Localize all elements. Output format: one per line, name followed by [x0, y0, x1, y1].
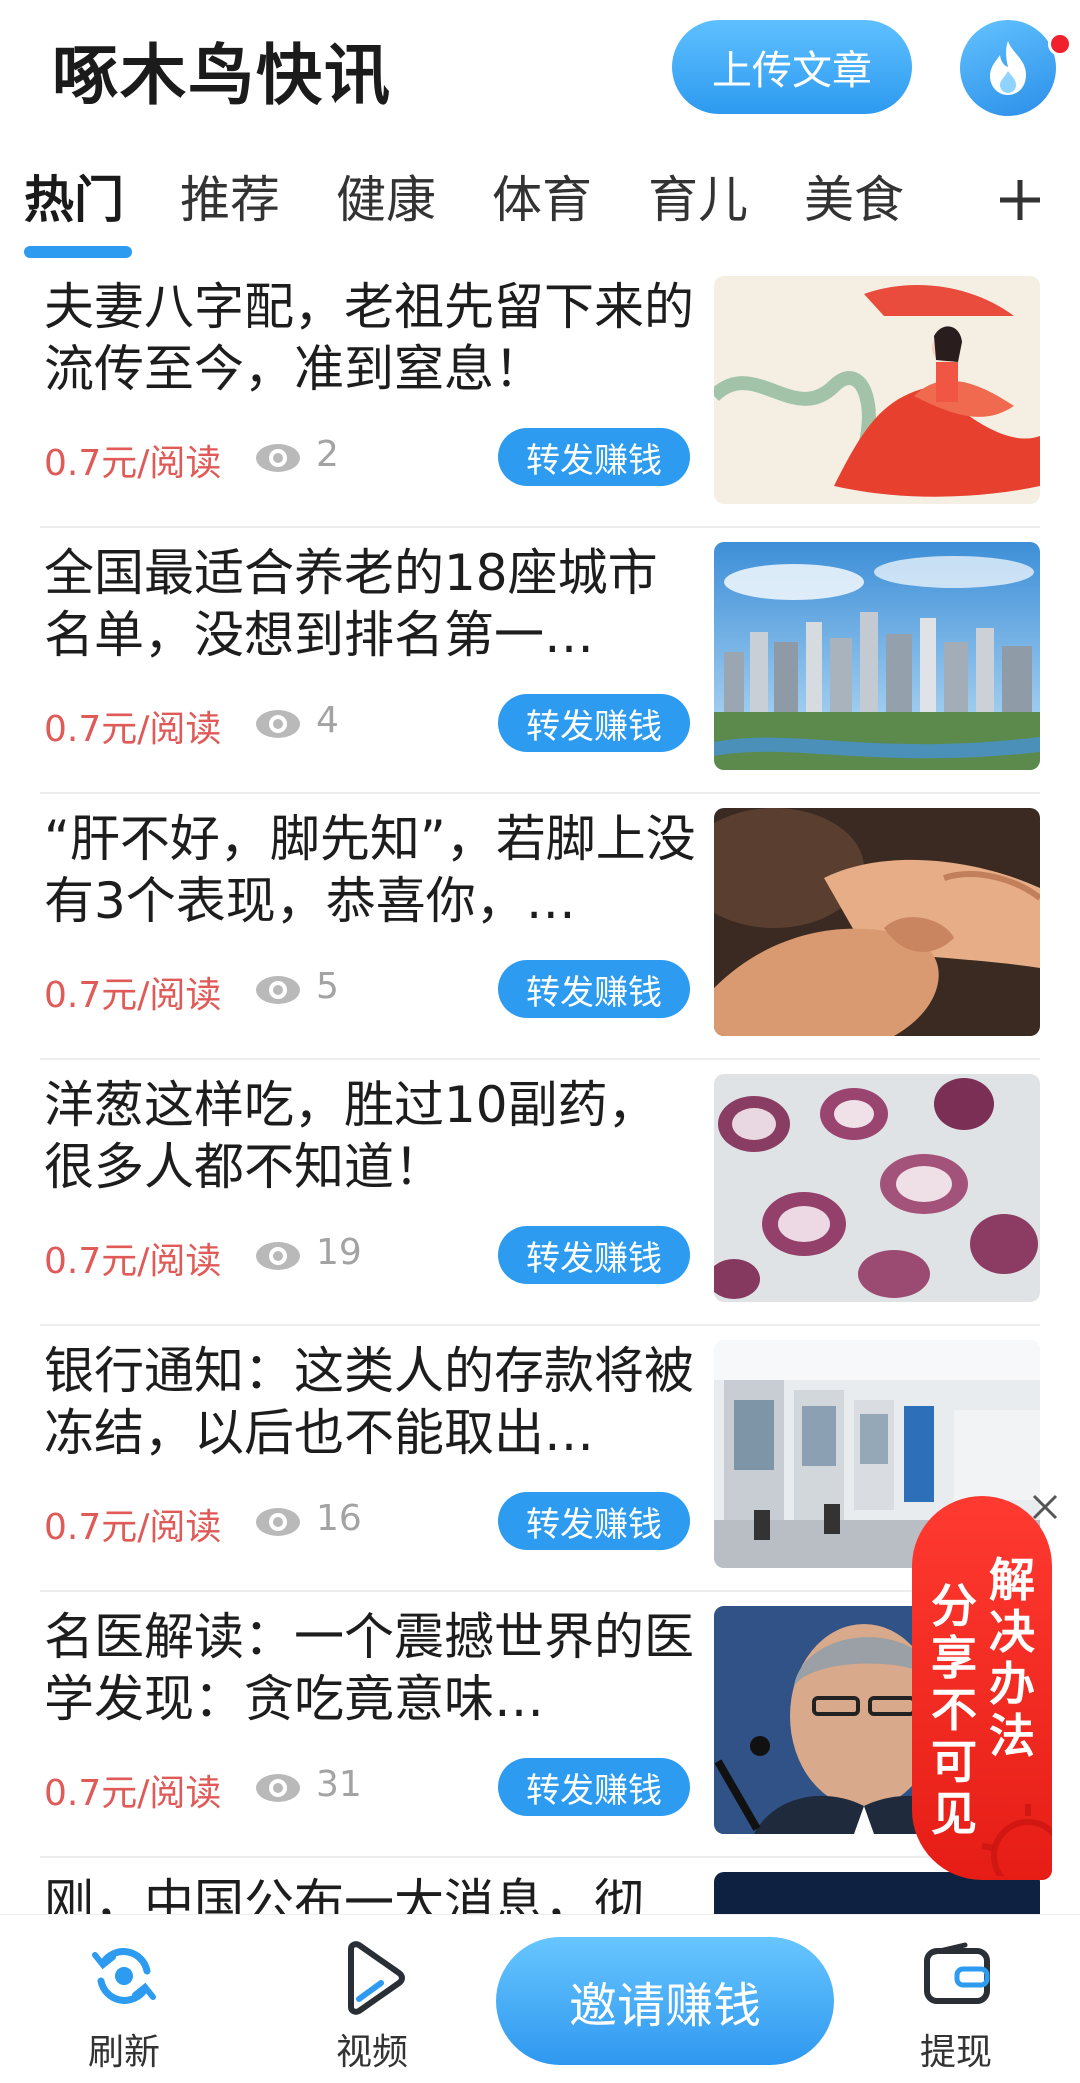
nav-video-label: 视频: [335, 2032, 408, 2073]
article-title[interactable]: 夫妻八字配，老祖先留下来的流传至今，准到窒息！: [44, 276, 704, 400]
eye-icon: [256, 1774, 300, 1802]
view-count: 5: [316, 966, 339, 1007]
play-icon: [348, 1941, 405, 2015]
view-count: 31: [316, 1764, 362, 1805]
share-earn-button[interactable]: 转发赚钱: [498, 1492, 690, 1550]
wallet-icon: [924, 1942, 990, 2004]
reward-rate: 0.7元/阅读: [44, 1241, 222, 1282]
view-count: 4: [316, 700, 339, 741]
article-title[interactable]: 名医解读：一个震撼世界的医学发现：贪吃竟意味…: [44, 1606, 704, 1730]
share-earn-button[interactable]: 转发赚钱: [498, 694, 690, 752]
tab-food[interactable]: 美食: [804, 160, 904, 232]
badge-text-right: 解决办法: [989, 1553, 1035, 1763]
view-count: 2: [316, 434, 339, 475]
nav-refresh-label: 刷新: [87, 2032, 160, 2073]
active-tab-indicator: [24, 246, 132, 258]
nav-withdraw-label: 提现: [919, 2032, 992, 2073]
tab-recommend[interactable]: 推荐: [180, 160, 280, 232]
nav-refresh[interactable]: 刷新: [54, 1941, 194, 2073]
tab-hot[interactable]: 热门: [24, 160, 124, 232]
reward-rate: 0.7元/阅读: [44, 1773, 222, 1814]
share-earn-button[interactable]: 转发赚钱: [498, 1226, 690, 1284]
invite-earn-button[interactable]: 邀请赚钱: [496, 1937, 834, 2065]
share-earn-button[interactable]: 转发赚钱: [498, 428, 690, 486]
reward-rate: 0.7元/阅读: [44, 1507, 222, 1548]
refresh-icon: [92, 1948, 156, 2004]
view-count: 16: [316, 1498, 362, 1539]
app-title: 啄木鸟快讯: [52, 37, 392, 114]
app-header: 啄木鸟快讯 上传文章: [0, 0, 1080, 140]
article-thumbnail[interactable]: [714, 808, 1040, 1036]
reward-rate: 0.7元/阅读: [44, 709, 222, 750]
article-title[interactable]: 洋葱这样吃，胜过10副药，很多人都不知道！: [44, 1074, 704, 1198]
share-invisible-help-badge[interactable]: 解决办法 分享不可见: [912, 1496, 1052, 1880]
article-item[interactable]: 夫妻八字配，老祖先留下来的流传至今，准到窒息！ 0.7元/阅读 2 转发赚钱: [40, 262, 1040, 528]
article-title[interactable]: 银行通知：这类人的存款将被冻结，以后也不能取出…: [44, 1340, 704, 1464]
reward-rate: 0.7元/阅读: [44, 443, 222, 484]
article-title[interactable]: 全国最适合养老的18座城市名单，没想到排名第一…: [44, 542, 704, 666]
eye-icon: [256, 710, 300, 738]
article-item[interactable]: 名医解读：一个震撼世界的医学发现：贪吃竟意味… 0.7元/阅读 31 转发赚钱: [40, 1592, 1040, 1858]
share-earn-button[interactable]: 转发赚钱: [498, 960, 690, 1018]
article-item[interactable]: 刚，中国公布一大消息，彻: [40, 1858, 1040, 1914]
article-item[interactable]: 洋葱这样吃，胜过10副药，很多人都不知道！ 0.7元/阅读 19 转发赚钱: [40, 1060, 1040, 1326]
nav-withdraw[interactable]: 提现: [886, 1941, 1026, 2073]
article-item[interactable]: 银行通知：这类人的存款将被冻结，以后也不能取出… 0.7元/阅读 16 转发赚钱: [40, 1326, 1040, 1592]
close-icon[interactable]: [1028, 1490, 1062, 1524]
article-item[interactable]: “肝不好，脚先知”，若脚上没有3个表现，恭喜你，… 0.7元/阅读 5 转发赚钱: [40, 794, 1040, 1060]
article-thumbnail[interactable]: [714, 542, 1040, 770]
eye-icon: [256, 444, 300, 472]
eye-icon: [256, 1508, 300, 1536]
eye-icon: [256, 976, 300, 1004]
article-title[interactable]: 刚，中国公布一大消息，彻: [44, 1872, 704, 1914]
sun-decoration-icon: [981, 1804, 1052, 1876]
tab-health[interactable]: 健康: [336, 160, 436, 232]
flame-icon: [990, 41, 1026, 95]
category-tabs: 热门 推荐 健康 体育 育儿 美食: [0, 160, 1080, 264]
avatar[interactable]: [960, 20, 1056, 116]
article-thumbnail[interactable]: [714, 276, 1040, 504]
notification-dot: [1048, 32, 1072, 56]
reward-rate: 0.7元/阅读: [44, 975, 222, 1016]
upload-article-button[interactable]: 上传文章: [672, 20, 912, 114]
article-item[interactable]: 全国最适合养老的18座城市名单，没想到排名第一… 0.7元/阅读 4 转发赚钱: [40, 528, 1040, 794]
nav-video[interactable]: 视频: [302, 1941, 442, 2073]
eye-icon: [256, 1242, 300, 1270]
share-earn-button[interactable]: 转发赚钱: [498, 1758, 690, 1816]
view-count: 19: [316, 1232, 362, 1273]
article-title[interactable]: “肝不好，脚先知”，若脚上没有3个表现，恭喜你，…: [44, 808, 704, 932]
tab-parenting[interactable]: 育儿: [648, 160, 748, 232]
bottom-nav: 刷新 视频 邀请赚钱 提现: [0, 1914, 1080, 2083]
article-thumbnail[interactable]: [714, 1074, 1040, 1302]
tab-sports[interactable]: 体育: [492, 160, 592, 232]
plus-icon[interactable]: [990, 160, 1050, 240]
